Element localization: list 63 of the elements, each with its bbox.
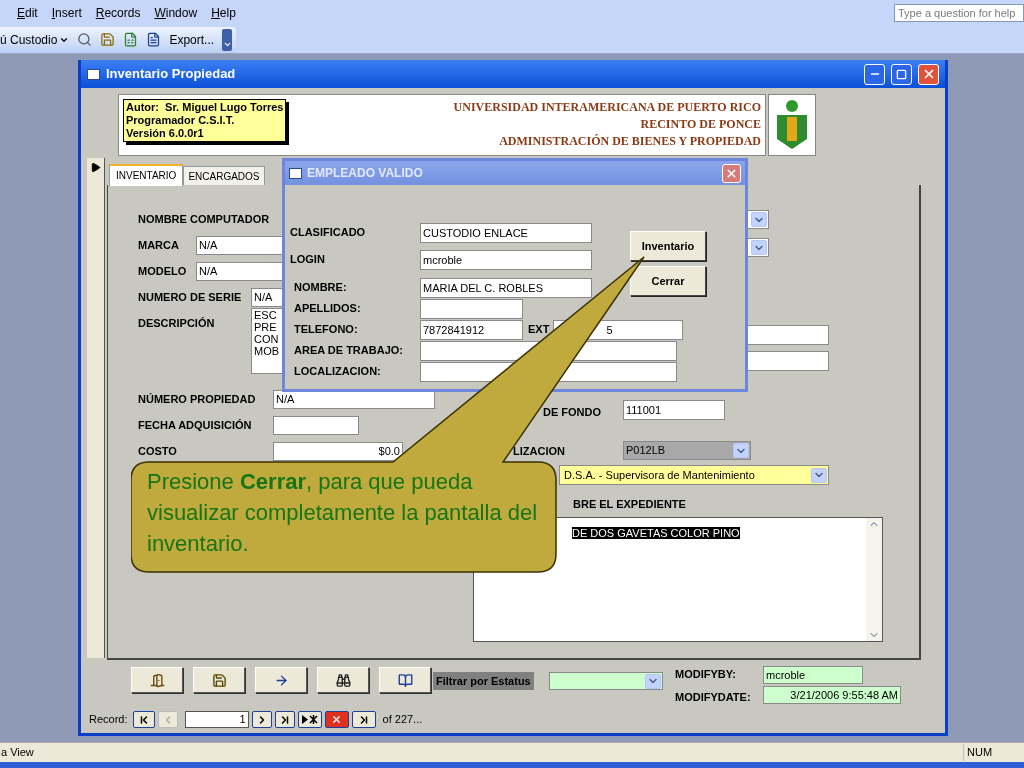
combo-field[interactable]: D.S.A. - Supervisora de Mantenimiento <box>559 465 829 485</box>
field-label: DESCRIPCIÓN <box>138 316 216 331</box>
description-line: MOB <box>254 345 280 357</box>
text-field[interactable]: $0.0 <box>273 442 403 461</box>
text-field[interactable]: MARIA DEL C. ROBLES <box>420 277 592 298</box>
field-label: LOCALIZACION: <box>293 364 382 380</box>
dialog-title: EMPLEADO VALIDO <box>307 165 424 182</box>
help-search-field[interactable]: Type a question for help <box>894 4 1024 22</box>
window-title: Inventario Propiedad <box>106 65 237 84</box>
institution-line: UNIVERSIDAD INTERAMERICANA DE PUERTO RICO <box>453 99 761 116</box>
record-count: of 227... <box>382 712 423 728</box>
field-label: AREA DE TRABAJO: <box>293 343 404 359</box>
field-label: MODIFYBY: <box>675 667 736 682</box>
description-line: PRE <box>254 321 277 333</box>
field-label: MODELO <box>138 264 188 279</box>
field-label: NOMBRE: <box>293 280 348 296</box>
text-field[interactable]: CUSTODIO ENLACE <box>420 222 592 243</box>
field-label: FECHA ADQUISICIÓN <box>138 418 253 433</box>
dialog-button[interactable]: Inventario <box>630 231 706 261</box>
menu-item[interactable]: Edit <box>17 4 38 22</box>
custodio-menu[interactable]: ú Custodio <box>0 30 58 49</box>
dialog-button[interactable]: Cerrar <box>630 266 706 296</box>
field-label: MARCA <box>138 238 180 253</box>
text-field[interactable]: mcroble <box>420 249 592 270</box>
field-label: TELEFONO: <box>293 322 359 338</box>
field-label: NÚMERO PROPIEDAD <box>138 392 257 407</box>
menu-item[interactable]: Window <box>154 4 198 22</box>
text-field[interactable]: 3/21/2006 9:55:48 AM <box>763 686 901 704</box>
filter-label: Filtrar por Estatus <box>433 672 534 690</box>
text-field[interactable]: 111001 <box>623 400 725 420</box>
record-number-field[interactable]: 1 <box>184 711 249 728</box>
record-label: Record: <box>89 712 128 728</box>
field-label: LOGIN <box>290 252 326 268</box>
text-field[interactable]: mcroble <box>763 666 863 684</box>
institution-line: RECINTO DE PONCE <box>640 116 761 133</box>
field-label: MODIFYDATE: <box>675 690 751 705</box>
combo-field[interactable]: P012LB <box>623 441 751 460</box>
status-text: a View <box>1 745 34 761</box>
author-line: Autor: Sr. Miguel Lugo Torres <box>126 101 284 114</box>
description-line: ESC <box>254 309 277 321</box>
selected-notes-text: DE DOS GAVETAS COLOR PINO <box>572 527 740 539</box>
field-label: BRE EL EXPEDIENTE <box>573 498 686 511</box>
author-line: Versión 6.0.0r1 <box>126 127 205 140</box>
tab[interactable]: INVENTARIO <box>109 164 184 186</box>
description-line: CON <box>254 333 279 345</box>
menu-item[interactable]: Records <box>95 4 141 22</box>
field-label: LIZACION <box>513 444 565 459</box>
text-field[interactable]: N/A <box>273 390 435 409</box>
export-button[interactable]: Export... <box>169 30 215 49</box>
menu-item[interactable]: Help <box>211 4 236 22</box>
field-label: NUMERO DE SERIE <box>138 290 243 305</box>
field-label: CLASIFICADO <box>290 225 367 241</box>
menu-item[interactable]: Insert <box>51 4 82 22</box>
field-label: DE FONDO <box>543 405 602 420</box>
text-field[interactable]: 7872841912 <box>420 319 523 340</box>
field-label: NOMBRE COMPUTADOR <box>138 212 271 227</box>
author-line: Programador C.S.I.T. <box>126 114 236 127</box>
tab[interactable]: ENCARGADOS <box>183 166 265 186</box>
field-label: APELLIDOS: <box>293 301 362 317</box>
field-label: COSTO <box>138 444 178 459</box>
field-label: EXT <box>528 322 550 338</box>
institution-line: ADMINISTRACIÓN DE BIENES Y PROPIEDAD <box>499 133 761 150</box>
status-indicator: NUM <box>963 744 1023 761</box>
